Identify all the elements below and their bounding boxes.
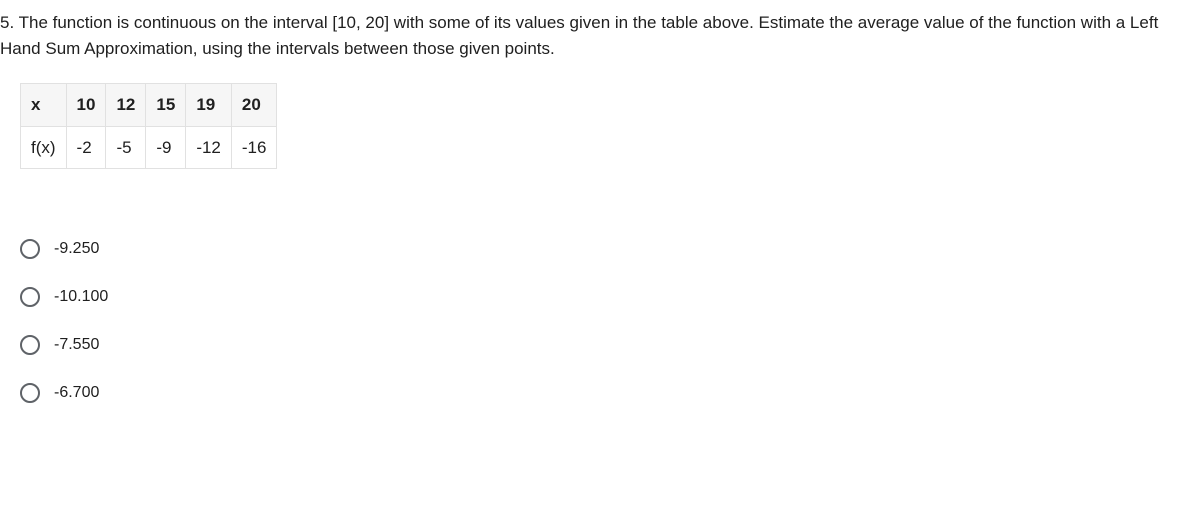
- table-cell: -16: [231, 126, 277, 169]
- question-text: The function is continuous on the interv…: [0, 13, 1158, 58]
- table-cell: -5: [106, 126, 146, 169]
- table-cell: 10: [66, 84, 106, 127]
- table-row: x 10 12 15 19 20: [21, 84, 277, 127]
- table-cell: -2: [66, 126, 106, 169]
- data-table: x 10 12 15 19 20 f(x) -2 -5 -9 -12 -16: [20, 83, 277, 169]
- table-cell: 15: [146, 84, 186, 127]
- data-table-wrapper: x 10 12 15 19 20 f(x) -2 -5 -9 -12 -16: [20, 83, 277, 169]
- table-row: f(x) -2 -5 -9 -12 -16: [21, 126, 277, 169]
- table-cell: -12: [186, 126, 232, 169]
- row-label: f(x): [21, 126, 67, 169]
- table-cell: 20: [231, 84, 277, 127]
- option-row[interactable]: -7.550: [20, 333, 1190, 357]
- option-label: -9.250: [54, 237, 99, 261]
- options-list: -9.250 -10.100 -7.550 -6.700: [20, 237, 1190, 405]
- table-cell: 19: [186, 84, 232, 127]
- question-block: 5. The function is continuous on the int…: [0, 10, 1190, 61]
- radio-icon: [20, 335, 40, 355]
- table-cell: -9: [146, 126, 186, 169]
- option-label: -6.700: [54, 381, 99, 405]
- radio-icon: [20, 239, 40, 259]
- row-label: x: [21, 84, 67, 127]
- option-row[interactable]: -6.700: [20, 381, 1190, 405]
- option-label: -7.550: [54, 333, 99, 357]
- option-row[interactable]: -10.100: [20, 285, 1190, 309]
- radio-icon: [20, 287, 40, 307]
- table-cell: 12: [106, 84, 146, 127]
- question-number: 5.: [0, 13, 14, 32]
- radio-icon: [20, 383, 40, 403]
- option-row[interactable]: -9.250: [20, 237, 1190, 261]
- option-label: -10.100: [54, 285, 108, 309]
